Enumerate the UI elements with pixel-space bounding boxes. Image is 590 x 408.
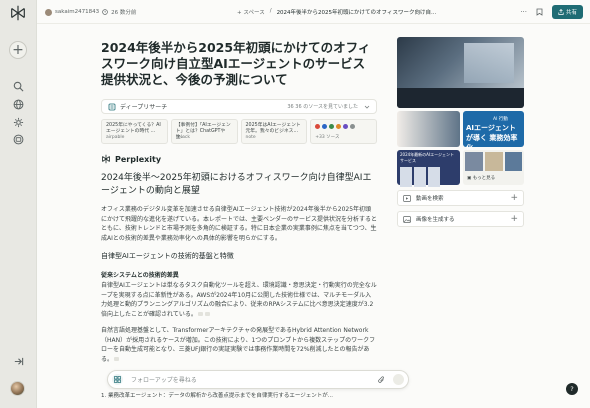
source-card[interactable]: 【事例付】「AIエージェント」とは？ChatGPTや生... seleck	[170, 119, 238, 144]
image-text: AIエージェントが導く 業務効率化	[466, 124, 518, 152]
new-thread-button[interactable]: +	[9, 41, 27, 59]
globe-icon[interactable]	[9, 95, 27, 113]
result-image[interactable]	[397, 111, 460, 147]
result-image[interactable]	[397, 37, 524, 108]
answer-paragraph: 自律型AIエージェントは単なるタスク自動化ツールを超え、環境認識・意思決定・行動…	[101, 281, 377, 319]
username: sakaim2471843	[55, 9, 100, 15]
video-label: 動画を検索	[416, 196, 444, 202]
followup-placeholder[interactable]: フォローアップを尋ねる	[131, 375, 378, 384]
answer-intro: オフィス業務のデジタル変革を加速させる自律型AIエージェント技術が2024年後半…	[101, 206, 378, 242]
image-caption: AI 行動	[493, 117, 508, 122]
user-avatar	[45, 8, 52, 16]
image-text: 2024年最新のAIエージェントサービス	[400, 152, 455, 163]
breadcrumb-separator: /	[269, 8, 272, 14]
help-button[interactable]: ?	[566, 383, 578, 395]
thumbnail	[465, 152, 483, 171]
spaces-icon[interactable]	[9, 113, 27, 131]
source-site: airpable	[106, 135, 125, 140]
topbar: sakaim2471843 26 数分前 + スペース / 2024年後半から2…	[37, 0, 590, 24]
more-images-label: ▣ もっと見る	[467, 176, 496, 181]
favicon-icon	[329, 124, 335, 129]
video-icon	[403, 194, 411, 202]
paragraph-text: 自律型AIエージェントは単なるタスク自動化ツールを超え、環境認識・意思決定・行動…	[101, 282, 377, 318]
thread-time: 26 数分前	[111, 10, 137, 16]
source-card[interactable]: 2025年はAIエージェント元年。我々のビジネス... note	[240, 119, 308, 144]
share-icon	[558, 9, 564, 15]
research-label: ディープリサーチ	[120, 104, 168, 111]
paragraph-text: 自然言語処理基盤として、Transformerアーキテクチャの発展型であるHyb…	[101, 327, 376, 363]
chevron-down-icon[interactable]	[364, 104, 370, 110]
result-image[interactable]: AI 行動 AIエージェントが導く 業務効率化	[463, 111, 524, 152]
share-label: 共有	[565, 10, 577, 16]
image-graphics	[400, 167, 457, 187]
research-count: 36 36 のソースを見ていました	[287, 104, 358, 110]
library-icon[interactable]	[9, 130, 27, 148]
page-title: 2024年後半から2025年初頭にかけてのオフィスワーク向け自立型AIエージェン…	[101, 40, 371, 87]
brand-name: Perplexity	[115, 154, 162, 164]
expand-sidebar-icon[interactable]	[9, 352, 27, 370]
plus-icon: +	[510, 214, 518, 224]
answer-brand: Perplexity	[101, 154, 377, 164]
answer-heading: 2024年後半〜2025年初頭におけるオフィスワーク向け自律型AIエージェントの…	[101, 173, 372, 196]
search-mode-button[interactable]	[112, 374, 123, 385]
perplexity-icon	[102, 154, 110, 164]
plus-icon: +	[510, 193, 518, 203]
topbar-actions: ··· 共有	[520, 5, 583, 19]
followup-input-bar[interactable]: フォローアップを尋ねる	[107, 370, 409, 389]
subsection-heading: 従来システムとの技術的差異	[101, 272, 179, 279]
source-title: 2025年はAIエージェント元年。我々のビジネス...	[245, 123, 301, 134]
result-image[interactable]: 2024年最新のAIエージェントサービス	[397, 150, 460, 187]
image-icon	[403, 215, 411, 223]
deep-research-bar[interactable]: ディープリサーチ 36 36 のソースを見ていました	[101, 99, 377, 114]
source-site: note	[245, 135, 256, 140]
search-icon[interactable]	[9, 77, 27, 95]
left-rail: +	[0, 0, 36, 408]
favicon-icon	[322, 124, 328, 129]
clock-icon	[102, 9, 108, 15]
sources-row: 2025年にやってくる？AIエージェントの時代 ... airpable 【事例…	[101, 119, 377, 144]
perplexity-logo[interactable]	[9, 4, 27, 22]
answer-paragraph: 自然言語処理基盤として、Transformerアーキテクチャの発展型であるHyb…	[101, 326, 377, 364]
favicon-icon	[315, 124, 321, 129]
more-sources-card[interactable]: +33 ソース	[310, 119, 377, 144]
search-videos-button[interactable]: 動画を検索 +	[397, 190, 524, 206]
send-button[interactable]	[393, 374, 404, 385]
attach-icon[interactable]	[378, 375, 385, 384]
image-row: 2024年最新のAIエージェントサービス ▣ もっと見る	[397, 150, 524, 187]
share-button[interactable]: 共有	[551, 5, 583, 19]
citation-marker[interactable]	[204, 311, 210, 316]
favicon-icon	[350, 124, 356, 129]
image-label: 画像を生成する	[416, 217, 455, 223]
generate-image-button[interactable]: 画像を生成する +	[397, 211, 524, 227]
citation-marker[interactable]	[114, 356, 120, 361]
breadcrumb-space[interactable]: + スペース	[237, 8, 265, 16]
image-desk	[397, 88, 524, 108]
citation-marker[interactable]	[197, 311, 203, 316]
breadcrumb-thread[interactable]: 2024年後半から2025年初頭にかけてのオフィスワーク向け自...	[277, 8, 437, 16]
more-images-tile[interactable]: ▣ もっと見る	[463, 150, 524, 185]
source-favicons	[315, 124, 372, 129]
source-card[interactable]: 2025年にやってくる？AIエージェントの時代 ... airpable	[101, 119, 168, 144]
section-heading: 自律型AIエージェントの技術的基盤と特徴	[101, 252, 234, 260]
grid-icon	[114, 376, 121, 383]
image-row: AI 行動 AIエージェントが導く 業務効率化	[397, 111, 524, 152]
more-sources-label: +33 ソース	[315, 135, 340, 140]
media-sidebar: AI 行動 AIエージェントが導く 業務効率化 2024年最新のAIエージェント…	[397, 37, 524, 227]
bookmark-icon[interactable]	[536, 8, 543, 16]
breadcrumb: + スペース / 2024年後半から2025年初頭にかけてのオフィスワーク向け自…	[237, 8, 436, 16]
source-site: seleck	[175, 135, 190, 140]
list-item: 1. 業務改革エージェント：データの解析から改善点提示までを自律実行するエージェ…	[101, 393, 334, 399]
favicon-icon	[336, 124, 342, 129]
answer-content: 2024年後半から2025年初頭にかけてのオフィスワーク向け自立型AIエージェン…	[101, 40, 377, 364]
thread-author: sakaim2471843 26 数分前	[45, 8, 136, 16]
main-panel: sakaim2471843 26 数分前 + スペース / 2024年後半から2…	[36, 0, 590, 408]
avatar[interactable]	[10, 381, 25, 396]
image-window	[464, 43, 514, 83]
thumbnail	[485, 152, 503, 171]
favicon-icon	[343, 124, 349, 129]
research-icon	[108, 103, 116, 110]
thumbnail	[505, 152, 522, 171]
more-options-button[interactable]: ···	[520, 8, 527, 16]
source-title: 2025年にやってくる？AIエージェントの時代 ...	[106, 123, 161, 134]
